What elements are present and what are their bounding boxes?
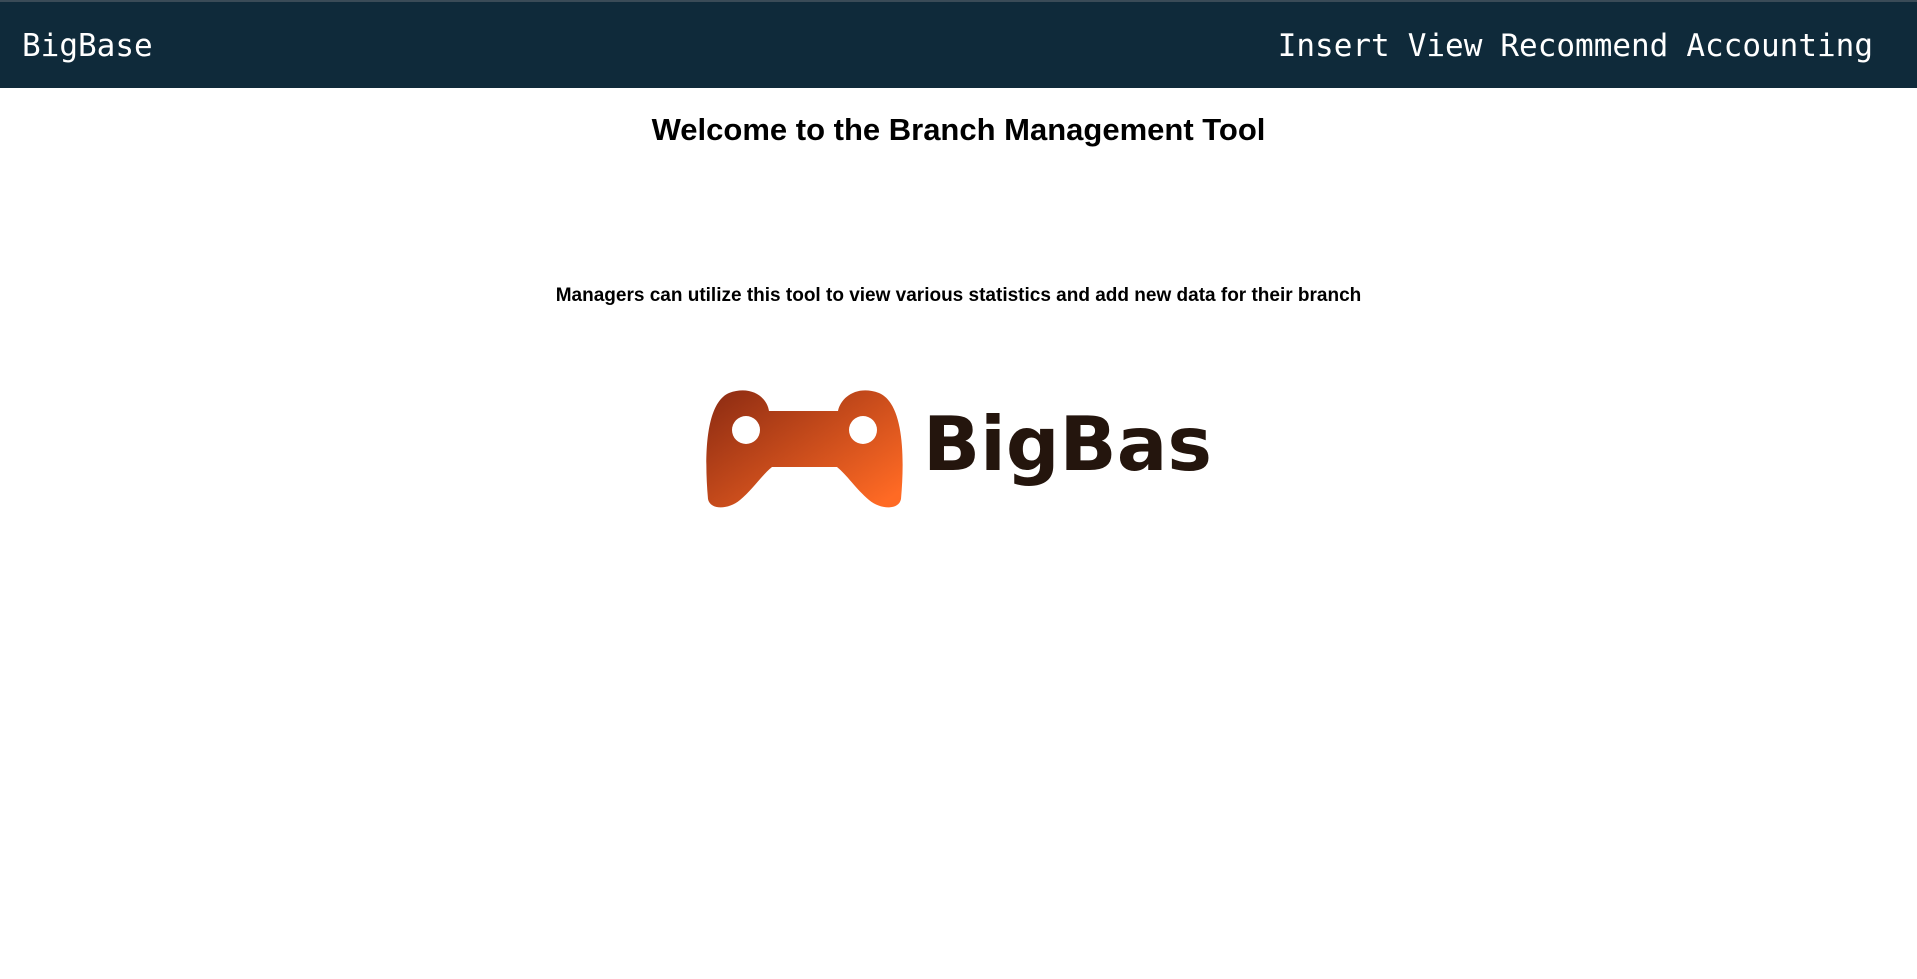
nav-link-recommend[interactable]: Recommend — [1500, 26, 1668, 66]
top-navbar: BigBase Insert View Recommend Accounting — [0, 0, 1917, 88]
page-description: Managers can utilize this tool to view v… — [555, 285, 1362, 306]
nav-menu: Insert View Recommend Accounting — [1278, 26, 1873, 66]
nav-link-view[interactable]: View — [1408, 26, 1483, 66]
page-title: Welcome to the Branch Management Tool — [651, 112, 1266, 147]
nav-link-insert[interactable]: Insert — [1278, 26, 1390, 66]
brand-link[interactable]: BigBase — [22, 26, 153, 66]
controller-left-button — [732, 416, 760, 444]
nav-link-accounting[interactable]: Accounting — [1686, 26, 1873, 66]
bigbase-logo: BigBase — [705, 389, 1210, 510]
game-controller-icon — [706, 390, 903, 508]
controller-right-button — [849, 416, 877, 444]
logo-wordmark: BigBase — [923, 400, 1210, 488]
